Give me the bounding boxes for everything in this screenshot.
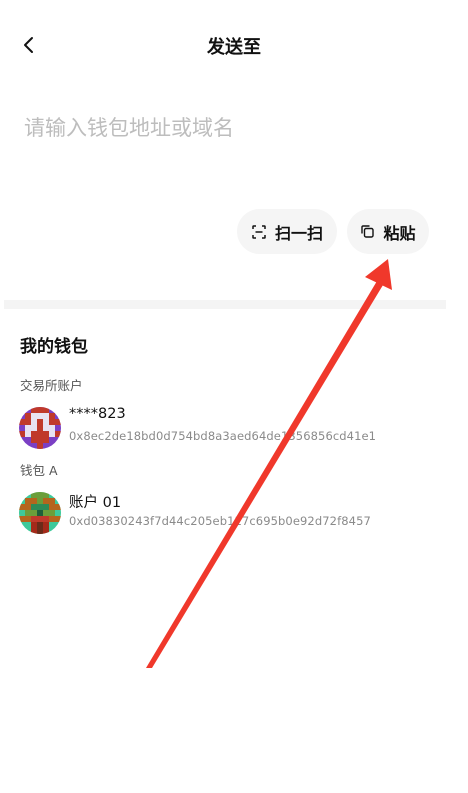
scan-button[interactable]: 扫一扫 bbox=[237, 209, 337, 254]
scan-label: 扫一扫 bbox=[274, 223, 323, 243]
wallet-address: 0xd03830243f7d44c205eb117c695b0e92d72f84… bbox=[69, 514, 371, 528]
paste-label: 粘贴 bbox=[383, 223, 416, 243]
avatar bbox=[19, 492, 61, 534]
paste-button[interactable]: 粘贴 bbox=[347, 209, 429, 254]
group-label-exchange: 交易所账户 bbox=[20, 378, 83, 393]
page-title: 发送至 bbox=[207, 37, 261, 58]
top-bar: 发送至 bbox=[0, 0, 468, 92]
group-label-wallet-a: 钱包 A bbox=[20, 463, 58, 478]
wallet-item-exchange[interactable]: ****823 0x8ec2de18bd0d754bd8a3aed64de135… bbox=[0, 405, 468, 451]
scan-icon bbox=[252, 224, 266, 239]
wallet-name: ****823 bbox=[69, 406, 126, 422]
section-divider bbox=[4, 300, 446, 309]
wallet-name: 账户 01 bbox=[69, 495, 122, 511]
arrow-shaft bbox=[146, 281, 383, 668]
arrow-head bbox=[365, 259, 392, 290]
wallet-item-account-01[interactable]: 账户 01 0xd03830243f7d44c205eb117c695b0e92… bbox=[0, 490, 468, 536]
avatar bbox=[19, 407, 61, 449]
wallet-address: 0x8ec2de18bd0d754bd8a3aed64de1356856cd41… bbox=[69, 429, 377, 443]
my-wallets-title: 我的钱包 bbox=[20, 337, 88, 357]
address-input[interactable] bbox=[24, 108, 444, 148]
copy-icon bbox=[361, 225, 375, 238]
